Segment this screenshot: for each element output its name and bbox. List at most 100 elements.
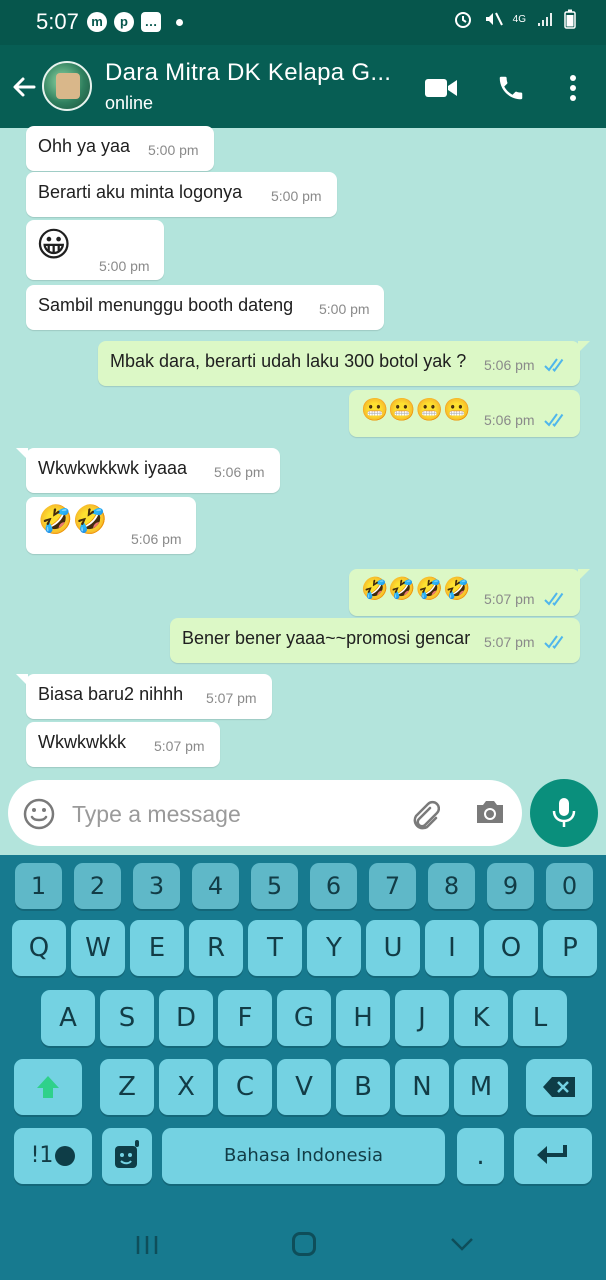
emoji-icon[interactable] (22, 797, 56, 831)
nav-back-chevron-icon[interactable] (450, 1236, 474, 1252)
more-options-icon[interactable] (563, 73, 583, 103)
signal-icon (538, 13, 552, 26)
notification-dot (176, 19, 183, 26)
key-i[interactable]: I (425, 920, 479, 976)
message-bubble-incoming[interactable]: Berarti aku minta logonya 5:00 pm (26, 172, 337, 217)
message-bubble-outgoing[interactable]: Mbak dara, berarti udah laku 300 botol y… (98, 341, 590, 386)
key-e[interactable]: E (130, 920, 184, 976)
symbols-key-label: !1 (30, 1143, 54, 1168)
mic-button[interactable] (530, 779, 598, 847)
sticker-key[interactable] (102, 1128, 152, 1184)
key-n[interactable]: N (395, 1059, 449, 1115)
chat-area[interactable]: Ohh ya yaa 5:00 pm Berarti aku minta log… (0, 126, 606, 778)
key-l[interactable]: L (513, 990, 567, 1046)
voice-call-icon[interactable] (496, 73, 526, 103)
message-emoji: 🤣🤣 (38, 503, 108, 536)
status-indicators: 4G (453, 9, 576, 29)
message-time: 5:00 pm (148, 142, 199, 158)
key-u[interactable]: U (366, 920, 420, 976)
message-input[interactable] (70, 794, 394, 834)
message-emoji: 🤣🤣🤣🤣 (361, 577, 471, 602)
contact-name[interactable]: Dara Mitra DK Kelapa G... (105, 59, 391, 87)
key-7[interactable]: 7 (369, 863, 416, 909)
message-composer (8, 780, 522, 846)
attach-icon[interactable] (408, 798, 440, 830)
message-bubble-incoming[interactable]: 😀 5:00 pm (26, 220, 164, 280)
key-z[interactable]: Z (100, 1059, 154, 1115)
key-5[interactable]: 5 (251, 863, 298, 909)
message-time: 5:07 pm (484, 591, 535, 607)
key-m[interactable]: M (454, 1059, 508, 1115)
message-bubble-incoming[interactable]: Wkwkwkkk 5:07 pm (26, 722, 220, 767)
key-v[interactable]: V (277, 1059, 331, 1115)
messenger-icon: m (87, 12, 107, 32)
message-time: 5:07 pm (484, 634, 535, 650)
message-bubble-outgoing[interactable]: 🤣🤣🤣🤣 5:07 pm (349, 569, 590, 616)
contact-avatar[interactable] (42, 61, 92, 111)
symbols-key[interactable]: !1 (14, 1128, 92, 1184)
message-text: Berarti aku minta logonya (38, 182, 243, 202)
key-j[interactable]: J (395, 990, 449, 1046)
key-b[interactable]: B (336, 1059, 390, 1115)
key-y[interactable]: Y (307, 920, 361, 976)
message-text: Bener bener yaaa~~promosi gencar (182, 628, 471, 648)
message-text: Mbak dara, berarti udah laku 300 botol y… (110, 351, 467, 371)
key-1[interactable]: 1 (15, 863, 62, 909)
key-p[interactable]: P (543, 920, 597, 976)
status-bar: 5:07 m p … 4G (0, 0, 606, 45)
message-bubble-incoming[interactable]: Wkwkwkkwk iyaaa 5:06 pm (16, 448, 280, 493)
key-9[interactable]: 9 (487, 863, 534, 909)
message-bubble-incoming[interactable]: Biasa baru2 nihhh 5:07 pm (16, 674, 272, 719)
message-bubble-incoming[interactable]: Sambil menunggu booth dateng 5:00 pm (26, 285, 384, 330)
message-text: Wkwkwkkk (38, 732, 126, 752)
enter-icon (537, 1145, 567, 1164)
video-call-icon[interactable] (424, 76, 458, 100)
key-o[interactable]: O (484, 920, 538, 976)
back-arrow-icon[interactable] (10, 73, 38, 101)
enter-key[interactable] (514, 1128, 592, 1184)
home-icon[interactable] (292, 1232, 316, 1256)
key-3[interactable]: 3 (133, 863, 180, 909)
recent-apps-icon[interactable] (135, 1234, 159, 1256)
read-receipt-icon (544, 413, 564, 428)
key-t[interactable]: T (248, 920, 302, 976)
alarm-icon (454, 12, 471, 28)
message-bubble-incoming[interactable]: 🤣🤣 5:06 pm (26, 497, 196, 554)
key-k[interactable]: K (454, 990, 508, 1046)
message-time: 5:06 pm (484, 412, 535, 428)
key-c[interactable]: C (218, 1059, 272, 1115)
space-key[interactable]: Bahasa Indonesia (162, 1128, 445, 1184)
message-emoji: 😬😬😬😬 (361, 398, 471, 423)
key-x[interactable]: X (159, 1059, 213, 1115)
key-w[interactable]: W (71, 920, 125, 976)
read-receipt-icon (544, 358, 564, 373)
message-bubble-outgoing[interactable]: 😬😬😬😬 5:06 pm (349, 390, 580, 437)
key-d[interactable]: D (159, 990, 213, 1046)
key-r[interactable]: R (189, 920, 243, 976)
backspace-key[interactable] (526, 1059, 592, 1115)
key-0[interactable]: 0 (546, 863, 593, 909)
read-receipt-icon (544, 592, 564, 607)
shift-key[interactable] (14, 1059, 82, 1115)
system-nav-bar (0, 1190, 606, 1280)
key-4[interactable]: 4 (192, 863, 239, 909)
period-key[interactable]: . (457, 1128, 504, 1184)
key-f[interactable]: F (218, 990, 272, 1046)
message-text: Biasa baru2 nihhh (38, 684, 184, 704)
message-icon: … (141, 12, 161, 32)
key-q[interactable]: Q (12, 920, 66, 976)
camera-icon[interactable] (474, 798, 506, 826)
key-a[interactable]: A (41, 990, 95, 1046)
key-8[interactable]: 8 (428, 863, 475, 909)
message-bubble-incoming[interactable]: Ohh ya yaa 5:00 pm (26, 126, 214, 171)
key-h[interactable]: H (336, 990, 390, 1046)
key-s[interactable]: S (100, 990, 154, 1046)
backspace-icon (543, 1077, 575, 1097)
shift-arrow-icon (37, 1076, 59, 1098)
key-g[interactable]: G (277, 990, 331, 1046)
key-6[interactable]: 6 (310, 863, 357, 909)
network-type: 4G (512, 13, 526, 25)
message-time: 5:00 pm (319, 301, 370, 317)
key-2[interactable]: 2 (74, 863, 121, 909)
message-bubble-outgoing[interactable]: Bener bener yaaa~~promosi gencar 5:07 pm (170, 618, 580, 663)
